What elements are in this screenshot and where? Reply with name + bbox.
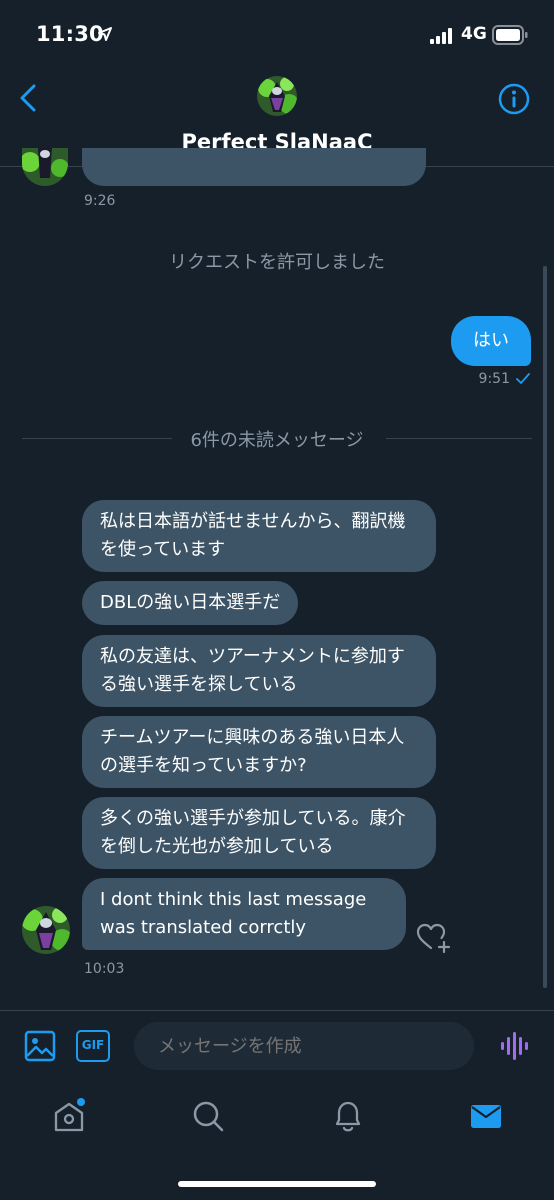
outgoing-meta: 9:51 <box>479 371 530 387</box>
message-time: 9:51 <box>478 371 510 387</box>
home-icon[interactable] <box>52 1098 86 1134</box>
system-message: リクエストを許可しました <box>169 252 385 273</box>
avatar-image <box>257 76 297 116</box>
unread-divider: 6件の未読メッセージ <box>0 426 554 452</box>
location-arrow-icon <box>98 27 112 41</box>
scrollbar[interactable] <box>543 266 547 988</box>
message-bubble[interactable]: I dont think this last message was trans… <box>82 878 406 950</box>
message-bubble[interactable]: 私は日本語が話せませんから、翻訳機を使っています <box>82 500 436 572</box>
avatar[interactable] <box>257 76 297 116</box>
back-button[interactable] <box>16 82 42 114</box>
message-bubble[interactable] <box>82 148 426 186</box>
network-type: 4G <box>461 24 487 44</box>
heart-plus-icon[interactable] <box>416 922 452 954</box>
voice-waveform-icon[interactable] <box>499 1031 529 1061</box>
mail-icon[interactable] <box>469 1098 503 1134</box>
message-time: 9:26 <box>84 193 116 209</box>
message-bubble[interactable]: 私の友達は、ツアーナメントに参加する強い選手を探している <box>82 635 436 707</box>
avatar[interactable] <box>22 906 70 954</box>
search-icon[interactable] <box>191 1098 225 1134</box>
info-icon[interactable] <box>498 83 530 115</box>
message-bubble[interactable]: 多くの強い選手が参加している。康介を倒した光也が参加している <box>82 797 436 869</box>
image-icon[interactable] <box>24 1030 56 1062</box>
avatar-image <box>22 906 70 954</box>
check-icon <box>516 373 530 384</box>
status-time: 11:30 <box>36 22 104 46</box>
home-indicator <box>178 1181 376 1187</box>
message-input[interactable] <box>134 1022 474 1070</box>
avatar[interactable] <box>22 148 68 186</box>
signal-icon <box>430 28 452 44</box>
avatar-image <box>22 148 68 186</box>
gif-button[interactable]: GIF <box>76 1030 110 1062</box>
battery-icon <box>492 25 528 45</box>
message-bubble[interactable]: DBLの強い日本選手だ <box>82 581 299 625</box>
unread-divider-label: 6件の未読メッセージ <box>182 430 372 451</box>
composer-divider <box>0 1010 554 1011</box>
message-time: 10:03 <box>84 961 125 977</box>
message-bubble[interactable]: チームツアーに興味のある強い日本人の選手を知っていますか? <box>82 716 436 788</box>
bell-icon[interactable] <box>331 1098 365 1134</box>
outgoing-message-bubble[interactable]: はい <box>451 316 531 366</box>
